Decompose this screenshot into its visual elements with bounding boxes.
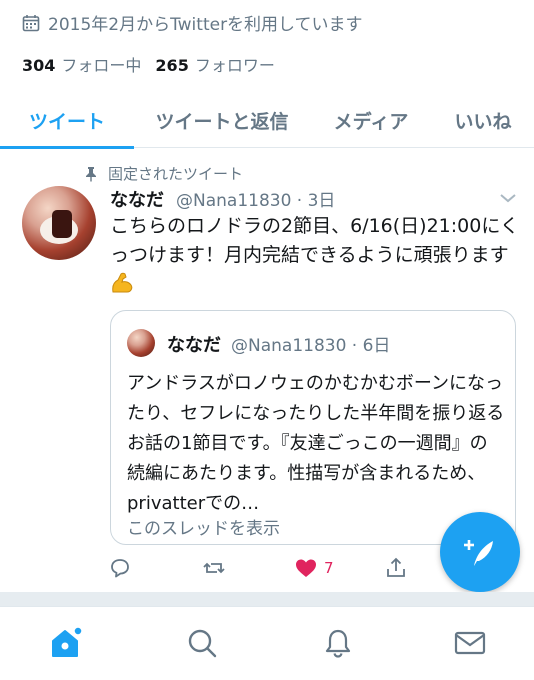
reply-icon [111, 559, 129, 578]
avatar[interactable] [22, 186, 96, 260]
notifications-icon [325, 629, 351, 658]
quoted-header: ななだ @Nana11830 · 6日 [167, 331, 390, 357]
joined-text: 2015年2月からTwitterを利用しています [48, 15, 363, 35]
tab-likes-label: いいね [454, 110, 512, 133]
quoted-author-name: ななだ [167, 335, 221, 356]
share-icon [387, 557, 405, 577]
following-link[interactable]: 304 フォロー中 [22, 52, 141, 76]
quoted-tweet[interactable]: ななだ @Nana11830 · 6日 アンドラスがロノウェのかむかむボーンにな… [110, 310, 516, 545]
tab-tweets-replies[interactable]: ツイートと返信 [134, 92, 310, 148]
quoted-avatar [127, 329, 155, 357]
pinned-label: 固定されたツイート [108, 165, 244, 183]
section-separator [0, 592, 534, 606]
joined-date: 2015年2月からTwitterを利用しています [22, 10, 363, 35]
nav-search[interactable] [184, 625, 220, 661]
like-button[interactable]: 7 [294, 556, 334, 580]
bottom-nav [0, 606, 534, 680]
pinned-indicator: 固定されたツイート [84, 163, 243, 184]
tweet-author-name[interactable]: ななだ [110, 186, 164, 212]
show-thread-link[interactable]: このスレッドを表示 [127, 514, 280, 539]
followers-link[interactable]: 265 フォロワー [155, 52, 274, 76]
quoted-handle-time: @Nana11830 · 6日 [231, 336, 391, 356]
tab-tweets-replies-label: ツイートと返信 [155, 110, 289, 133]
tweet-handle-time: @Nana11830 · 3日 [176, 191, 336, 211]
tab-tweets-label: ツイート [28, 110, 105, 133]
messages-icon [454, 631, 486, 655]
calendar-icon [22, 14, 40, 31]
tab-tweets[interactable]: ツイート [0, 92, 134, 149]
reply-button[interactable] [108, 556, 132, 580]
nav-home[interactable] [48, 625, 84, 661]
following-label: フォロー中 [61, 56, 142, 75]
pin-icon [86, 166, 96, 181]
following-count: 304 [22, 56, 56, 75]
tab-media[interactable]: メディア [310, 92, 432, 148]
home-icon [52, 626, 83, 657]
tab-likes[interactable]: いいね [432, 92, 534, 148]
compose-feather-icon [464, 540, 493, 566]
nav-notifications[interactable] [320, 625, 356, 661]
share-button[interactable] [384, 556, 408, 580]
chevron-down-icon[interactable] [498, 191, 518, 205]
search-icon [188, 629, 217, 658]
heart-icon [296, 559, 316, 577]
tab-media-label: メディア [333, 110, 409, 133]
follow-stats: 304 フォロー中 265 フォロワー [22, 52, 275, 76]
quoted-text: アンドラスがロノウェのかむかむボーンになったり、セフレになったりした半年間を振り… [127, 373, 505, 514]
flexed-biceps-icon [112, 272, 133, 293]
followers-count: 265 [155, 56, 189, 75]
tweet-text: こちらのロノドラの2節目、6/16(日)21:00にくっつけます！月内完結できる… [110, 212, 520, 299]
profile-tabs: ツイート ツイートと返信 メディア いいね [0, 92, 534, 149]
retweet-button[interactable] [202, 556, 226, 580]
tweet-header: ななだ @Nana11830 · 3日 [110, 186, 335, 212]
followers-label: フォロワー [194, 56, 275, 75]
retweet-icon [203, 562, 225, 574]
like-count: 7 [324, 559, 334, 577]
compose-tweet-button[interactable] [440, 512, 520, 592]
tweet-text-content: こちらのロノドラの2節目、6/16(日)21:00にくっつけます！月内完結できる… [110, 215, 519, 266]
nav-messages[interactable] [452, 625, 488, 661]
